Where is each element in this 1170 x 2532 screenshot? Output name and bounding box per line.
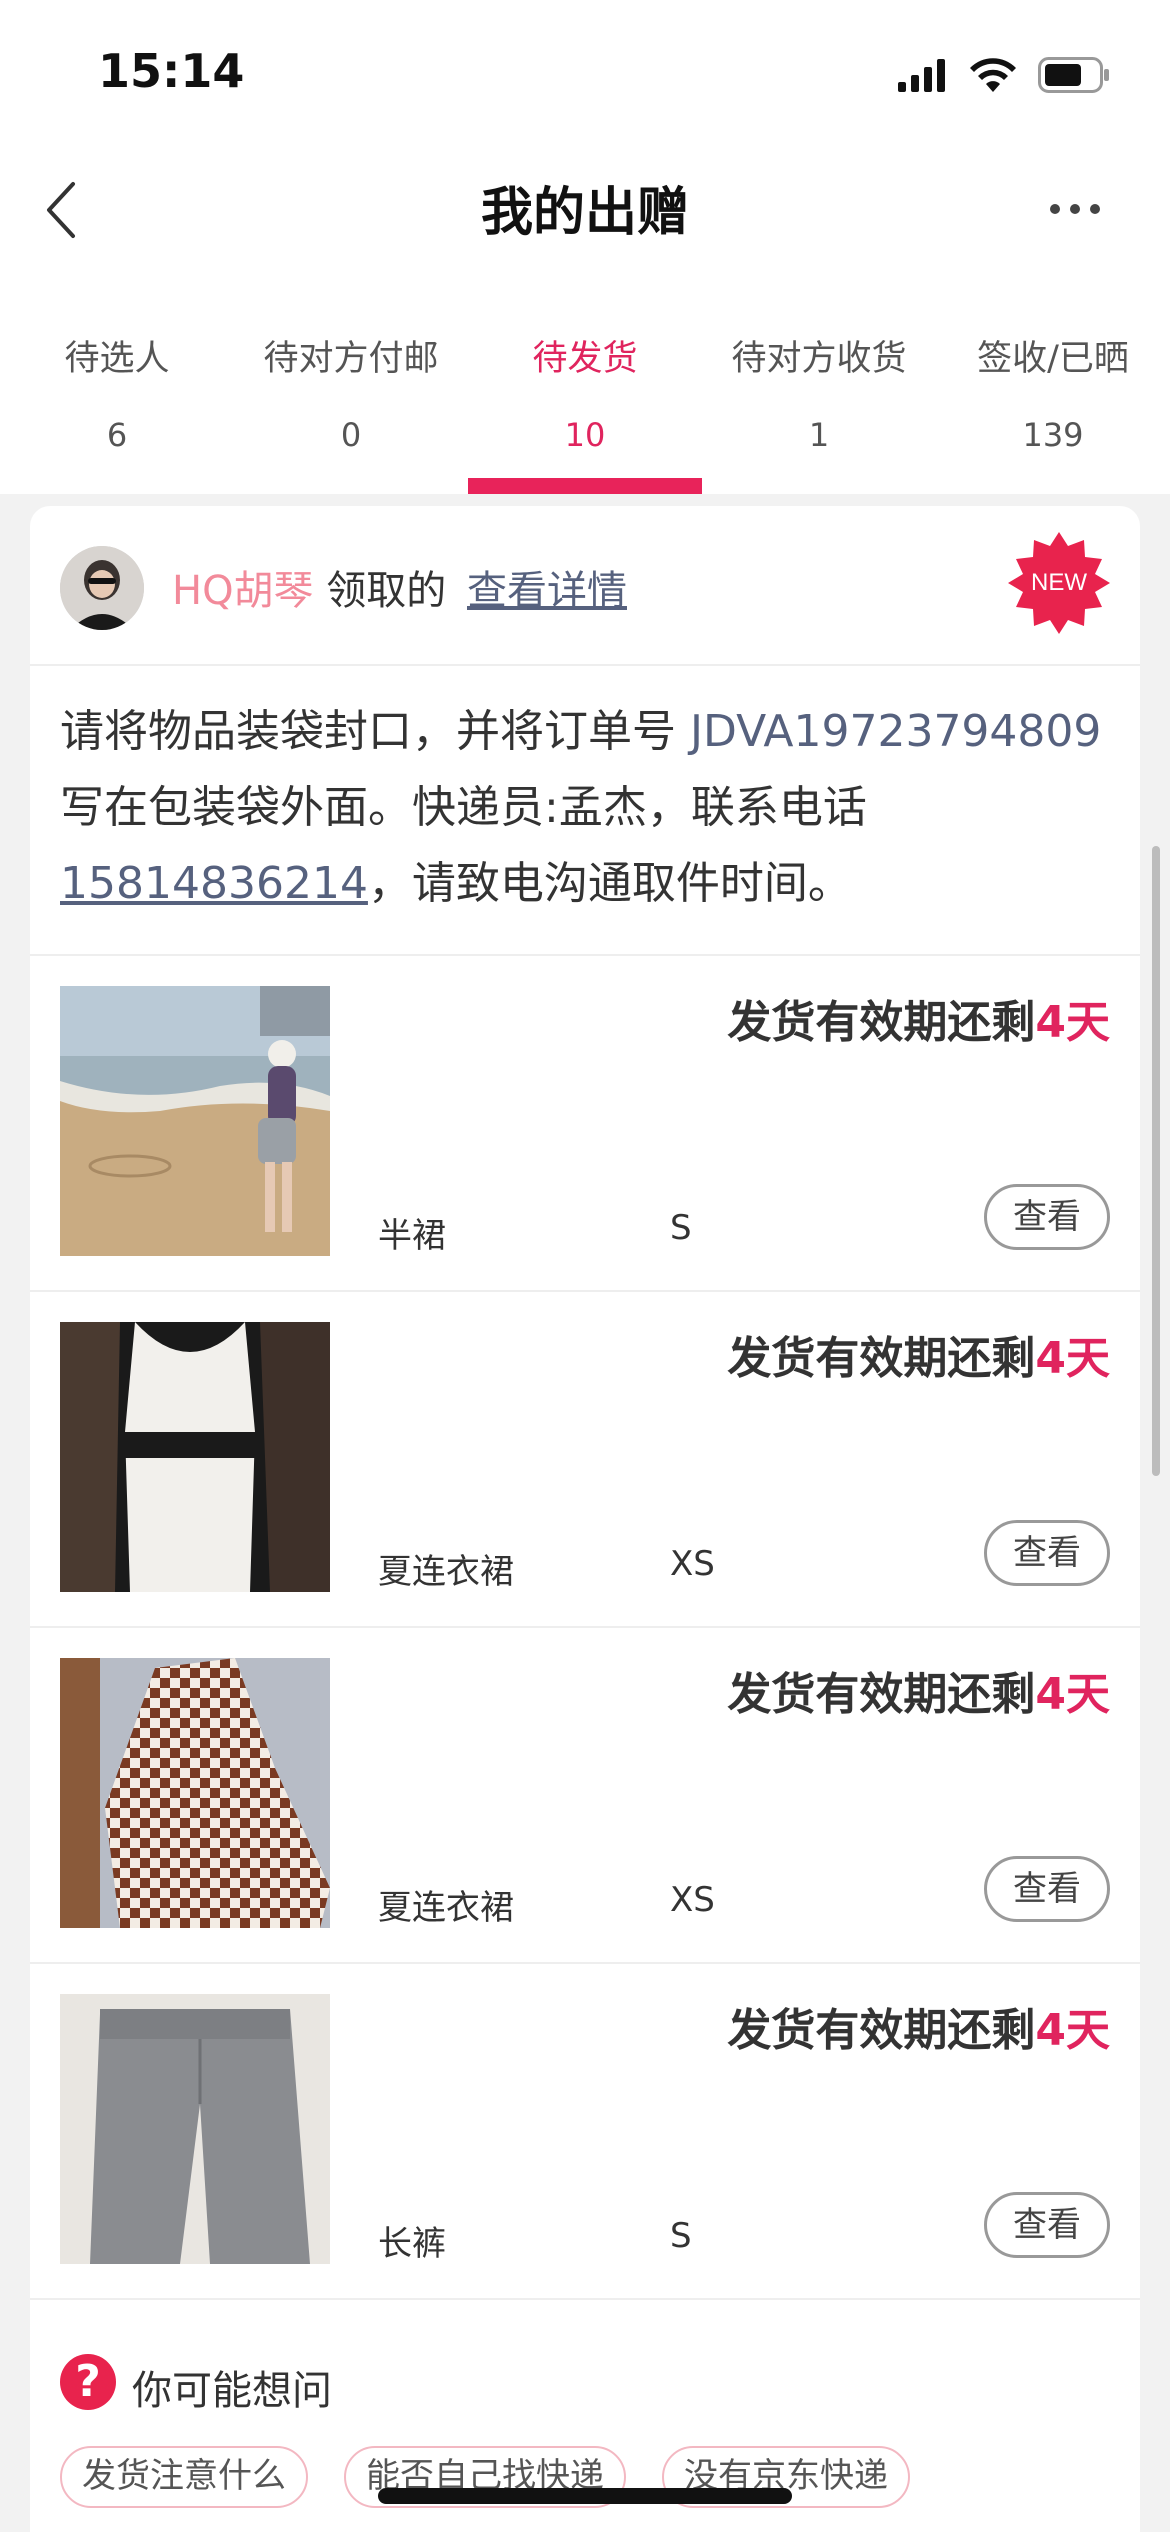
list-item: 发货有效期还剩4天 夏连衣裙 XS 查看: [30, 1292, 1140, 1628]
tab-received[interactable]: 签收/已晒 139: [936, 270, 1170, 494]
tab-label: 待选人: [64, 339, 170, 379]
beach-photo: [60, 986, 330, 1256]
shipping-deadline: 发货有效期还剩4天: [727, 1658, 1110, 1722]
shipping-instructions: 请将物品装袋封口，并将订单号 JDVA19723794809 写在包装袋外面。快…: [60, 694, 1110, 922]
avatar-image: [60, 546, 144, 630]
deadline-prefix: 发货有效期还剩: [727, 1333, 1036, 1384]
status-time: 15:14: [98, 44, 245, 98]
home-indicator[interactable]: [378, 2488, 792, 2504]
list-item: 发货有效期还剩4天 半裙 S 查看: [30, 956, 1140, 1292]
item-size: XS: [670, 1880, 715, 1920]
tab-count: 1: [808, 416, 830, 454]
item-size: XS: [670, 1544, 715, 1584]
question-icon: ?: [60, 2354, 116, 2410]
item-photo[interactable]: [60, 1994, 330, 2264]
new-badge-text: NEW: [1031, 569, 1087, 596]
item-photo[interactable]: [60, 986, 330, 1256]
deadline-days: 4天: [1035, 997, 1110, 1048]
tab-count: 0: [340, 416, 362, 454]
avatar[interactable]: [60, 546, 144, 630]
shipping-deadline: 发货有效期还剩4天: [727, 1322, 1110, 1386]
instr-part1: 请将物品装袋封口，并将订单号: [60, 706, 690, 757]
scrollbar[interactable]: [1152, 846, 1160, 1476]
item-photo[interactable]: [60, 1322, 330, 1592]
courier-phone-link[interactable]: 15814836214: [60, 858, 368, 909]
battery-icon: [1038, 57, 1109, 93]
deadline-days: 4天: [1035, 2005, 1110, 2056]
tab-label: 待对方付邮: [263, 339, 439, 379]
active-tab-indicator: [468, 478, 702, 494]
item-photo[interactable]: [60, 1658, 330, 1928]
giver-line: HQ胡琴 领取的 查看详情: [172, 558, 627, 616]
checkered-dress-photo: [60, 1658, 330, 1928]
giver-suffix: 领取的: [326, 568, 447, 614]
status-tabs: 待选人 6 待对方付邮 0 待发货 10 待对方收货 1 签收/已晒 139: [0, 270, 1170, 494]
tab-label: 待发货: [532, 339, 638, 379]
tab-count: 10: [564, 416, 606, 454]
order-card: HQ胡琴 领取的 查看详情 NEW 请将物品装袋封口，并将订单号 JDVA197…: [30, 506, 1140, 2532]
item-name: 夏连衣裙: [378, 1552, 514, 1592]
tab-pending-selection[interactable]: 待选人 6: [0, 270, 234, 494]
list-item: 发货有效期还剩4天 长裤 S 查看: [30, 1964, 1140, 2300]
deadline-days: 4天: [1035, 1669, 1110, 1720]
instr-part3: ，请致电沟通取件时间。: [367, 858, 852, 909]
instr-part2: 写在包装袋外面。快递员:孟杰，联系电话: [60, 782, 867, 833]
wifi-icon: [970, 58, 1016, 92]
view-button[interactable]: 查看: [984, 1856, 1110, 1922]
giver-name[interactable]: HQ胡琴: [172, 568, 314, 614]
item-name: 半裙: [378, 1216, 446, 1256]
cellular-signal-icon: [898, 59, 945, 92]
tab-pending-receipt[interactable]: 待对方收货 1: [702, 270, 936, 494]
nav-bar: 我的出赠: [0, 150, 1170, 270]
view-details-link[interactable]: 查看详情: [467, 568, 627, 614]
status-icons: [898, 50, 1110, 100]
faq-chip[interactable]: 发货注意什么: [60, 2446, 308, 2508]
view-button[interactable]: 查看: [984, 1520, 1110, 1586]
deadline-prefix: 发货有效期还剩: [727, 997, 1036, 1048]
deadline-days: 4天: [1035, 1333, 1110, 1384]
deadline-prefix: 发货有效期还剩: [727, 1669, 1036, 1720]
trousers-photo: [60, 1994, 330, 2264]
faq-title: 你可能想问: [132, 2368, 332, 2414]
tab-pending-shipment[interactable]: 待发货 10: [468, 270, 702, 494]
item-size: S: [670, 1208, 692, 1248]
more-button[interactable]: [1040, 184, 1110, 234]
tab-count: 6: [106, 416, 128, 454]
shipping-deadline: 发货有效期还剩4天: [727, 1994, 1110, 2058]
order-number: JDVA19723794809: [690, 706, 1102, 757]
shipping-deadline: 发货有效期还剩4天: [727, 986, 1110, 1050]
page-title: 我的出赠: [480, 183, 689, 243]
status-bar: 15:14: [0, 0, 1170, 150]
new-badge-icon: NEW: [1008, 532, 1110, 634]
tab-pending-postage[interactable]: 待对方付邮 0: [234, 270, 468, 494]
tab-label: 待对方收货: [731, 339, 907, 379]
item-name: 长裤: [378, 2224, 446, 2264]
more-dots-icon: [1050, 204, 1100, 214]
giver-row: HQ胡琴 领取的 查看详情 NEW: [30, 506, 1140, 666]
tab-label: 签收/已晒: [977, 339, 1129, 379]
item-name: 夏连衣裙: [378, 1888, 514, 1928]
tab-count: 139: [1022, 416, 1084, 454]
dress-photo: [60, 1322, 330, 1592]
list-item: 发货有效期还剩4天 夏连衣裙 XS 查看: [30, 1628, 1140, 1964]
view-button[interactable]: 查看: [984, 1184, 1110, 1250]
deadline-prefix: 发货有效期还剩: [727, 2005, 1036, 2056]
view-button[interactable]: 查看: [984, 2192, 1110, 2258]
item-size: S: [670, 2216, 692, 2256]
